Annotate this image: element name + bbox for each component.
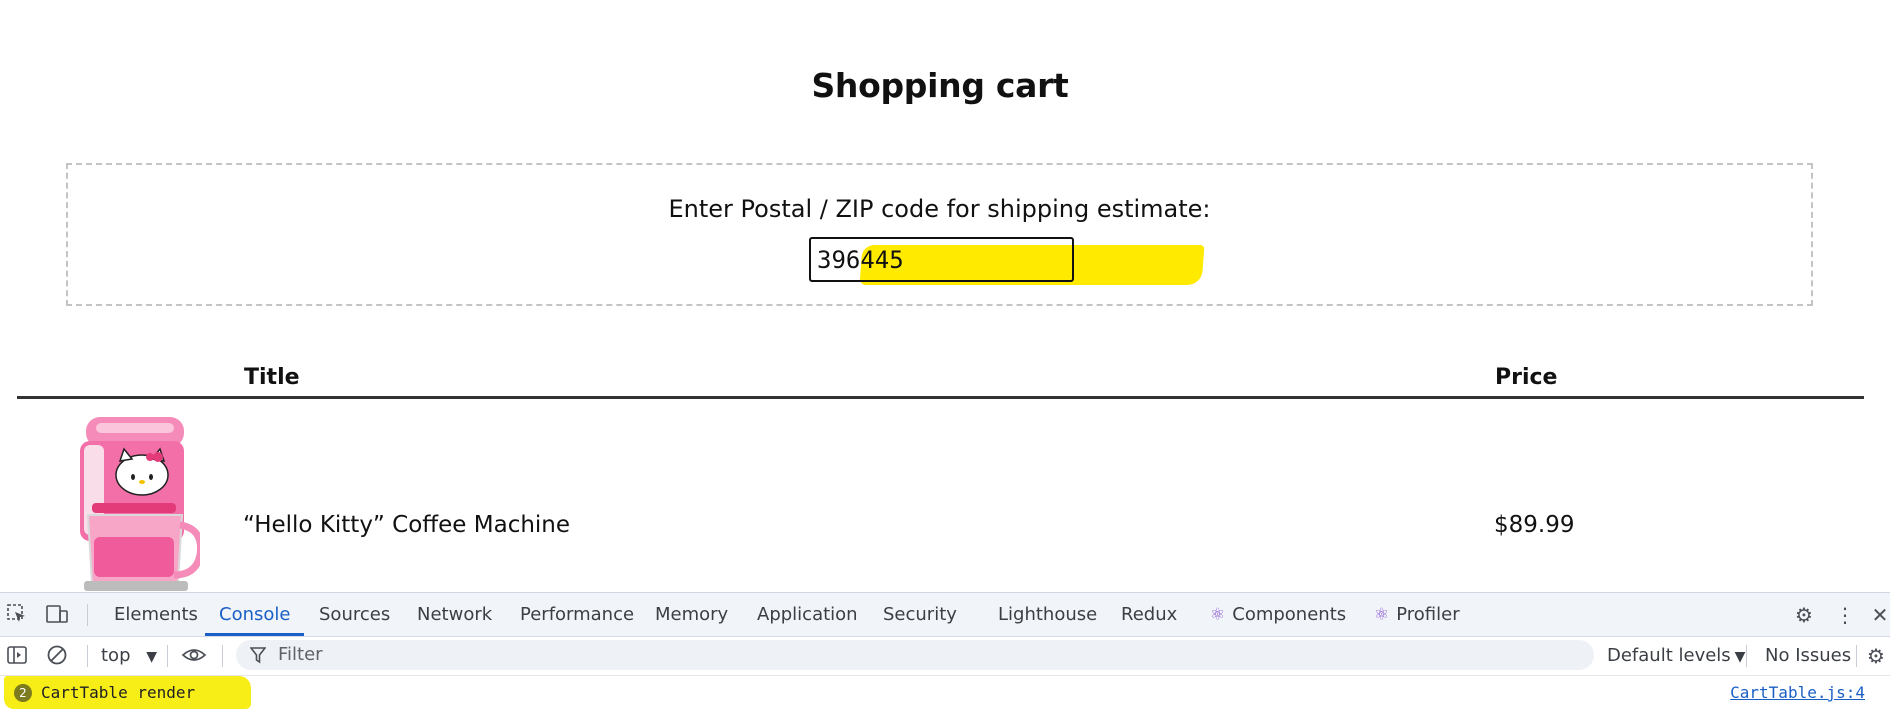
- device-toolbar-icon[interactable]: [45, 603, 69, 627]
- more-options-icon[interactable]: ⋮: [1833, 603, 1857, 627]
- product-title[interactable]: “Hello Kitty” Coffee Machine: [243, 512, 570, 538]
- react-icon: ⚛: [1374, 605, 1390, 625]
- console-settings-gear-icon[interactable]: ⚙: [1864, 644, 1888, 668]
- toolbar-divider: [222, 645, 223, 667]
- console-toolbar: top ▼ Filter Default levels ▼ No Issues ⚙: [0, 637, 1890, 676]
- column-header-title: Title: [244, 365, 300, 390]
- console-source-link[interactable]: CartTable.js:4: [1730, 676, 1865, 709]
- column-header-price: Price: [1495, 365, 1558, 390]
- console-filter-input[interactable]: Filter: [236, 640, 1594, 670]
- tab-application[interactable]: Application: [757, 593, 858, 636]
- tab-memory[interactable]: Memory: [655, 593, 728, 636]
- devtools-panel: Elements Console Sources Network Perform…: [0, 592, 1890, 718]
- devtools-tab-bar: Elements Console Sources Network Perform…: [0, 593, 1890, 637]
- console-message: 2 CartTable render CartTable.js:4: [0, 676, 1890, 710]
- react-icon: ⚛: [1210, 605, 1226, 625]
- shopping-cart-page: Shopping cart Enter Postal / ZIP code fo…: [0, 0, 1890, 592]
- tab-network[interactable]: Network: [417, 593, 492, 636]
- zip-label: Enter Postal / ZIP code for shipping est…: [668, 195, 1211, 223]
- dropdown-arrow-icon: ▼: [1734, 649, 1746, 665]
- log-levels-select[interactable]: Default levels ▼: [1607, 637, 1745, 676]
- settings-gear-icon[interactable]: ⚙: [1792, 603, 1816, 627]
- inspect-element-icon[interactable]: [5, 603, 29, 627]
- close-icon[interactable]: ✕: [1868, 603, 1890, 627]
- repeat-count-badge: 2: [14, 684, 32, 702]
- console-message-text: CartTable render: [41, 683, 196, 702]
- shipping-estimate-box: Enter Postal / ZIP code for shipping est…: [66, 163, 1813, 306]
- tab-performance[interactable]: Performance: [520, 593, 634, 636]
- tab-redux[interactable]: Redux: [1121, 593, 1177, 636]
- dropdown-arrow-icon: ▼: [146, 649, 158, 665]
- zip-input[interactable]: [809, 237, 1074, 282]
- toolbar-divider: [87, 604, 88, 626]
- toolbar-divider: [87, 645, 88, 667]
- product-image: [80, 417, 200, 591]
- cart-table-header: Title Price: [17, 360, 1864, 399]
- filter-funnel-icon: [249, 646, 267, 668]
- issues-button[interactable]: No Issues: [1765, 637, 1851, 675]
- tab-security[interactable]: Security: [883, 593, 957, 636]
- sidebar-toggle-icon[interactable]: [5, 644, 29, 668]
- context-select[interactable]: top ▼: [101, 637, 157, 676]
- live-expression-eye-icon[interactable]: [181, 644, 207, 668]
- filter-placeholder: Filter: [278, 644, 323, 665]
- tab-elements[interactable]: Elements: [114, 593, 198, 636]
- product-price: $89.99: [1494, 512, 1575, 538]
- page-title: Shopping cart: [811, 66, 1069, 105]
- clear-console-icon[interactable]: [45, 644, 69, 668]
- tab-console[interactable]: Console: [205, 593, 305, 636]
- toolbar-divider: [1856, 645, 1857, 667]
- tab-components-label: Components: [1232, 604, 1347, 625]
- toolbar-divider: [1746, 645, 1747, 667]
- tab-sources[interactable]: Sources: [319, 593, 390, 636]
- toolbar-divider: [167, 645, 168, 667]
- context-select-value: top: [101, 645, 131, 666]
- tab-components[interactable]: ⚛ Components: [1210, 593, 1346, 636]
- tab-profiler[interactable]: ⚛ Profiler: [1374, 593, 1460, 636]
- tab-lighthouse[interactable]: Lighthouse: [998, 593, 1097, 636]
- tab-profiler-label: Profiler: [1396, 604, 1460, 625]
- log-levels-value: Default levels: [1607, 645, 1731, 666]
